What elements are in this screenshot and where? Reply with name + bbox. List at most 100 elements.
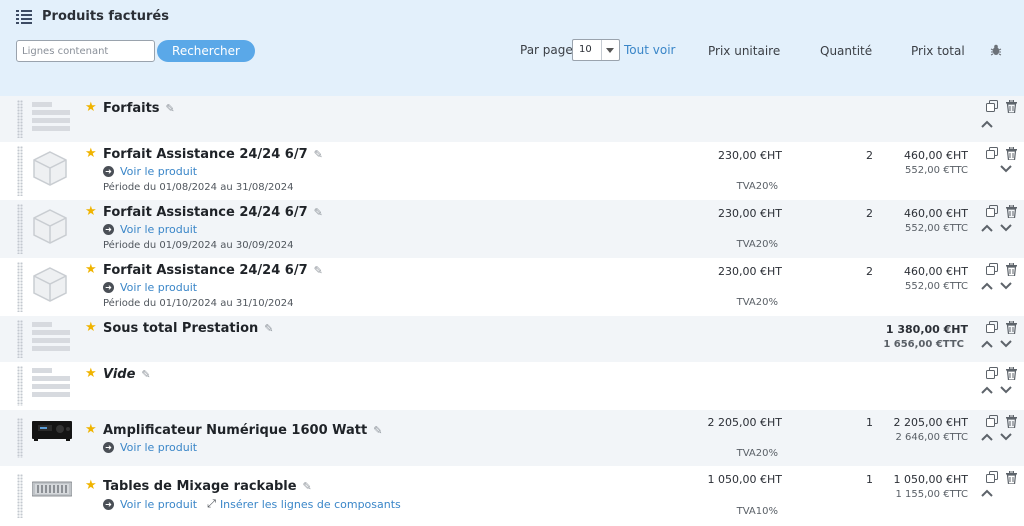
total-ttc: 552,00 €TTC [905,223,968,234]
line-name: Tables de Mixage rackable ✎ [103,479,312,494]
drag-handle[interactable] [17,204,23,254]
duplicate-icon[interactable] [986,263,998,275]
table-row: ★ Forfaits ✎ [0,96,1024,142]
drag-handle[interactable] [17,474,23,518]
products-header: Produits facturés Rechercher Par page 10… [0,0,1024,96]
view-product-link[interactable]: ➜ Voir le produit [103,223,197,236]
drag-handle[interactable] [17,366,23,406]
chevron-up-icon[interactable] [981,340,993,348]
star-icon[interactable]: ★ [85,479,97,492]
trash-icon[interactable] [1006,415,1017,428]
pencil-icon[interactable]: ✎ [303,480,312,493]
product-box-icon [33,267,67,302]
pencil-icon[interactable]: ✎ [264,322,273,335]
view-product-label[interactable]: Voir le produit [120,498,197,511]
view-product-label[interactable]: Voir le produit [120,281,197,294]
title-line-thumbnail [32,102,70,134]
arrow-right-icon: ➜ [103,224,114,235]
amplifier-product-image [32,421,72,441]
line-name: Amplificateur Numérique 1600 Watt ✎ [103,423,383,438]
line-name: Forfait Assistance 24/24 6/7 ✎ [103,263,323,278]
total-ttc: 1 155,00 €TTC [895,489,968,500]
pencil-icon[interactable]: ✎ [373,424,382,437]
view-product-link[interactable]: ➜ Voir le produit [103,441,197,454]
mixer-product-image [32,481,72,497]
table-row: ★ Amplificateur Numérique 1600 Watt ✎ ➜ Vo… [0,410,1024,466]
chevron-down-icon[interactable] [1000,386,1012,394]
star-icon[interactable]: ★ [85,321,97,334]
table-row: ★ Forfait Assistance 24/24 6/7 ✎ ➜ Voir le… [0,258,1024,316]
trash-icon[interactable] [1006,367,1017,380]
per-page-select[interactable]: 10 [572,39,620,61]
show-all-link[interactable]: Tout voir [624,43,675,57]
search-input[interactable] [16,40,155,62]
trash-icon[interactable] [1006,471,1017,484]
star-icon[interactable]: ★ [85,367,97,380]
drag-handle[interactable] [17,100,23,138]
chevron-up-icon[interactable] [981,224,993,232]
view-product-link[interactable]: ➜ Voir le produit ⤢ Insérer les lignes de… [103,497,401,511]
trash-icon[interactable] [1006,100,1017,113]
drag-handle[interactable] [17,320,23,358]
view-product-label[interactable]: Voir le produit [120,223,197,236]
unit-price: 2 205,00 €HT [707,416,782,429]
pencil-icon[interactable]: ✎ [314,264,323,277]
duplicate-icon[interactable] [986,415,998,427]
trash-icon[interactable] [1006,263,1017,276]
per-page-value: 10 [579,44,592,55]
star-icon[interactable]: ★ [85,147,97,160]
view-product-label[interactable]: Voir le produit [120,165,197,178]
table-row: ★ Forfait Assistance 24/24 6/7 ✎ ➜ Voir le… [0,142,1024,200]
duplicate-icon[interactable] [986,100,998,112]
duplicate-icon[interactable] [986,321,998,333]
chevron-down-icon[interactable] [1000,340,1012,348]
period-text: Période du 01/09/2024 au 30/09/2024 [103,240,294,251]
chevron-down-icon[interactable] [1000,282,1012,290]
chevron-up-icon[interactable] [981,489,993,497]
drag-handle[interactable] [17,146,23,196]
arrow-right-icon: ➜ [103,282,114,293]
table-row: ★ Tables de Mixage rackable ✎ ➜ Voir le p… [0,466,1024,526]
duplicate-icon[interactable] [986,367,998,379]
duplicate-icon[interactable] [986,147,998,159]
table-row: ★ Vide ✎ [0,362,1024,410]
subtotal-ttc: 1 656,00 €TTC [883,339,964,350]
total-ht: 460,00 €HT [904,149,968,162]
period-text: Période du 01/08/2024 au 31/08/2024 [103,182,294,193]
chevron-up-icon[interactable] [981,282,993,290]
drag-handle[interactable] [17,418,23,458]
chevron-down-icon[interactable] [1000,433,1012,441]
chevron-down-icon[interactable] [1000,165,1012,173]
view-product-label[interactable]: Voir le produit [120,441,197,454]
view-product-link[interactable]: ➜ Voir le produit [103,281,197,294]
insert-components-link[interactable]: ⤢ Insérer les lignes de composants [207,497,401,511]
duplicate-icon[interactable] [986,471,998,483]
chevron-down-icon[interactable] [1000,224,1012,232]
section-title: Produits facturés [16,9,169,24]
view-product-link[interactable]: ➜ Voir le produit [103,165,197,178]
chevron-up-icon[interactable] [981,120,993,128]
star-icon[interactable]: ★ [85,101,97,114]
pencil-icon[interactable]: ✎ [166,102,175,115]
pencil-icon[interactable]: ✎ [314,206,323,219]
search-button[interactable]: Rechercher [157,40,255,62]
star-icon[interactable]: ★ [85,205,97,218]
trash-icon[interactable] [1006,147,1017,160]
star-icon[interactable]: ★ [85,423,97,436]
pencil-icon[interactable]: ✎ [314,148,323,161]
star-icon[interactable]: ★ [85,263,97,276]
chevron-up-icon[interactable] [981,386,993,394]
tva-rate: TVA20% [736,297,778,308]
bug-icon[interactable] [990,44,1002,56]
trash-icon[interactable] [1006,321,1017,334]
arrow-right-icon: ➜ [103,442,114,453]
trash-icon[interactable] [1006,205,1017,218]
duplicate-icon[interactable] [986,205,998,217]
total-ttc: 552,00 €TTC [905,165,968,176]
period-text: Période du 01/10/2024 au 31/10/2024 [103,298,294,309]
pencil-icon[interactable]: ✎ [141,368,150,381]
chevron-up-icon[interactable] [981,433,993,441]
drag-handle[interactable] [17,262,23,312]
quantity: 2 [866,149,873,162]
insert-components-label[interactable]: Insérer les lignes de composants [220,498,401,511]
